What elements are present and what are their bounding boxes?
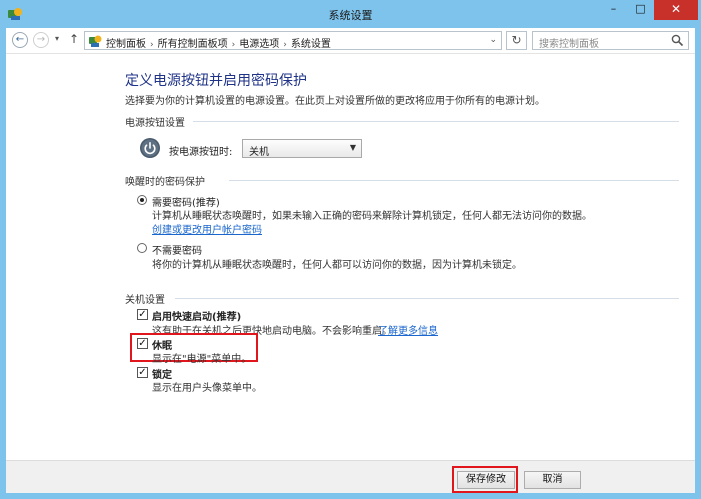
up-button[interactable]: ↑: [69, 32, 79, 46]
forward-button[interactable]: →: [33, 32, 49, 48]
section-divider: [175, 298, 679, 299]
save-changes-button[interactable]: 保存修改: [457, 471, 515, 489]
footer-bar: 保存修改 取消: [6, 460, 695, 493]
no-password-radio[interactable]: [137, 243, 147, 253]
no-password-description: 将你的计算机从睡眠状态唤醒时，任何人都可以访问你的数据，因为计算机未锁定。: [152, 260, 522, 271]
hibernate-checkbox[interactable]: ✓: [137, 338, 148, 349]
power-icon: [140, 138, 160, 158]
back-button[interactable]: ←: [12, 32, 28, 48]
power-button-action-label: 按电源按钮时:: [169, 147, 233, 158]
breadcrumb-item[interactable]: 系统设置: [291, 39, 331, 50]
refresh-button[interactable]: ↻: [506, 31, 527, 50]
address-dropdown-button[interactable]: ⌄: [489, 35, 497, 45]
power-button-action-select[interactable]: 关机 ▼: [242, 139, 362, 158]
fast-startup-checkbox[interactable]: ✓: [137, 309, 148, 320]
maximize-button[interactable]: □: [627, 0, 654, 20]
window-client: ← → ▾ ↑ 控制面板 › 所有控制面板项 › 电源选项 › 系统设置 ⌄ ↻ 搜索控制面…: [6, 28, 695, 493]
shutdown-settings-heading: 关机设置: [125, 295, 165, 306]
chevron-right-icon: ›: [283, 40, 287, 50]
control-panel-icon: [89, 35, 102, 47]
chevron-down-icon: ▼: [349, 143, 356, 152]
window-title: 系统设置: [328, 9, 373, 22]
hibernate-description: 显示在"电源"菜单中。: [152, 354, 252, 365]
create-password-link[interactable]: 创建或更改用户帐户密码: [152, 221, 262, 236]
require-password-radio[interactable]: [137, 195, 147, 205]
section-divider: [229, 180, 679, 181]
no-password-label[interactable]: 不需要密码: [152, 242, 202, 257]
breadcrumb: 控制面板 › 所有控制面板项 › 电源选项 › 系统设置: [106, 35, 331, 50]
breadcrumb-item[interactable]: 电源选项: [239, 39, 279, 50]
breadcrumb-item[interactable]: 控制面板: [106, 39, 146, 50]
chevron-right-icon: ›: [150, 40, 154, 50]
learn-more-link[interactable]: 了解更多信息: [378, 322, 438, 337]
minimize-button[interactable]: –: [600, 0, 627, 20]
address-bar[interactable]: 控制面板 › 所有控制面板项 › 电源选项 › 系统设置 ⌄: [84, 31, 502, 50]
navigation-bar: ← → ▾ ↑ 控制面板 › 所有控制面板项 › 电源选项 › 系统设置 ⌄ ↻ 搜索控制面…: [6, 28, 695, 54]
password-protection-heading: 唤醒时的密码保护: [125, 177, 205, 188]
title-bar[interactable]: 系统设置 – □ ✕: [0, 0, 701, 28]
cancel-button[interactable]: 取消: [524, 471, 581, 489]
section-divider: [193, 121, 679, 122]
main-content: 定义电源按钮并启用密码保护 选择要为你的计算机设置的电源设置。在此页上对设置所做…: [6, 55, 695, 460]
search-icon: [671, 34, 684, 47]
require-password-description: 计算机从睡眠状态唤醒时，如果未输入正确的密码来解除计算机锁定，任何人都无法访问你…: [152, 211, 592, 222]
recent-locations-dropdown[interactable]: ▾: [55, 34, 59, 43]
search-placeholder: 搜索控制面板: [539, 39, 599, 50]
select-value: 关机: [249, 147, 269, 158]
power-button-settings-heading: 电源按钮设置: [125, 118, 185, 129]
breadcrumb-item[interactable]: 所有控制面板项: [158, 39, 228, 50]
page-description: 选择要为你的计算机设置的电源设置。在此页上对设置所做的更改将应用于你所有的电源计…: [125, 96, 545, 107]
window: 系统设置 – □ ✕ ← → ▾ ↑ 控制面板 › 所有控制面板项 › 电源选项 › 系统设…: [0, 0, 701, 499]
fast-startup-label[interactable]: 启用快速启动(推荐): [152, 308, 241, 323]
chevron-right-icon: ›: [231, 40, 236, 50]
lock-description: 显示在用户头像菜单中。: [152, 383, 262, 394]
lock-checkbox[interactable]: ✓: [137, 367, 148, 378]
close-button[interactable]: ✕: [654, 0, 698, 20]
search-input[interactable]: 搜索控制面板: [532, 31, 689, 50]
page-title: 定义电源按钮并启用密码保护: [125, 73, 307, 89]
